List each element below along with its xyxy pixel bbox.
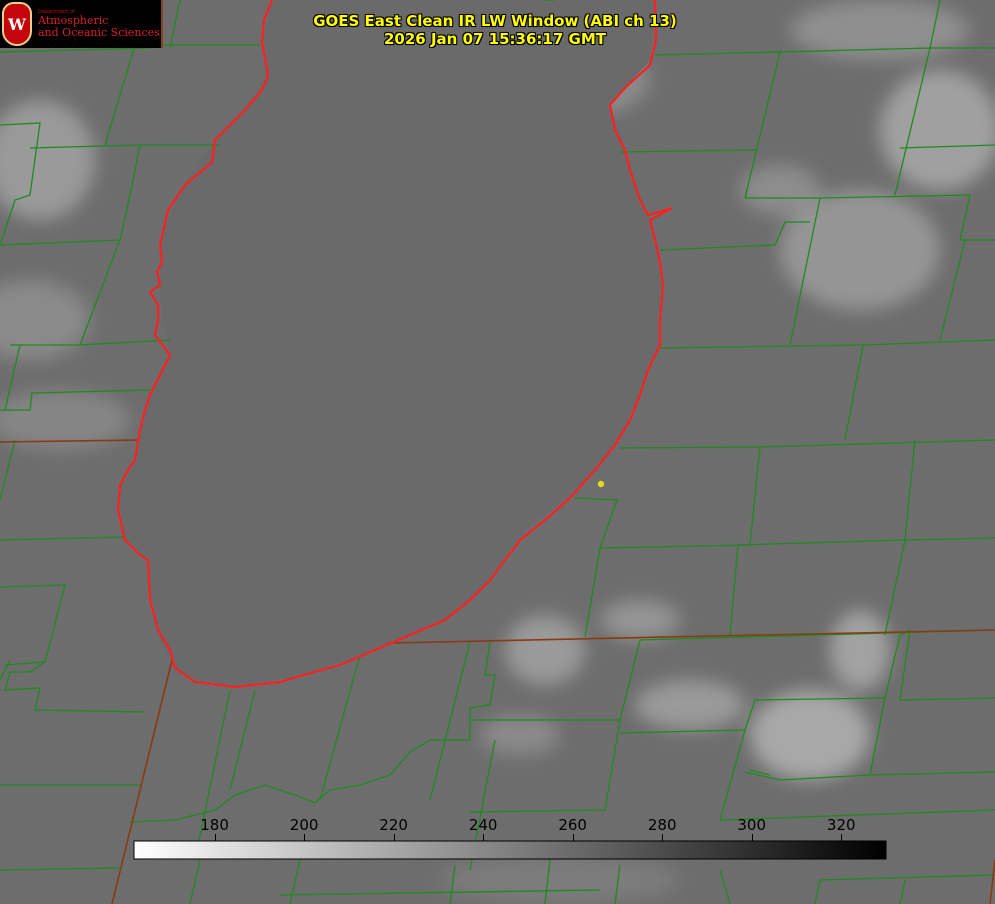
colorbar-tick-label: 220 — [379, 816, 408, 834]
colorbar-tick-mark — [214, 834, 216, 841]
colorbar-gradient — [133, 840, 887, 860]
uw-seal-icon: W — [2, 2, 32, 46]
image-title: GOES East Clean IR LW Window (ABI ch 13) — [313, 12, 677, 30]
image-timestamp: 2026 Jan 07 15:36:17 GMT — [384, 30, 606, 48]
colorbar-tick-mark — [304, 834, 306, 841]
colorbar-tick-label: 240 — [468, 816, 498, 834]
colorbar-tick-mark — [841, 834, 843, 841]
colorbar-tick-label: 280 — [647, 816, 677, 834]
logo-text: Department of Atmospheric and Oceanic Sc… — [38, 9, 160, 39]
satellite-imagery-map — [0, 0, 995, 904]
colorbar-tick-mark — [751, 834, 753, 841]
logo-line-2: and Oceanic Sciences — [38, 25, 160, 39]
colorbar-tick-label: 320 — [826, 816, 856, 834]
colorbar-tick-label: 260 — [558, 816, 587, 834]
colorbar-tick-label: 300 — [737, 816, 767, 834]
colorbar-tick-mark — [393, 834, 395, 841]
colorbar-tick-mark — [572, 834, 574, 841]
location-marker — [597, 480, 605, 488]
colorbar-tick-label: 200 — [289, 816, 319, 834]
colorbar-tick-mark — [662, 834, 664, 841]
uw-seal-letter: W — [8, 14, 26, 34]
logo-line-1: Atmospheric — [38, 14, 109, 28]
satellite-map-viewport: W Department of Atmospheric and Oceanic … — [0, 0, 995, 904]
colorbar-tick-mark — [483, 834, 485, 841]
uw-aos-logo: W Department of Atmospheric and Oceanic … — [0, 0, 161, 48]
colorbar-tick-label: 180 — [200, 816, 229, 834]
